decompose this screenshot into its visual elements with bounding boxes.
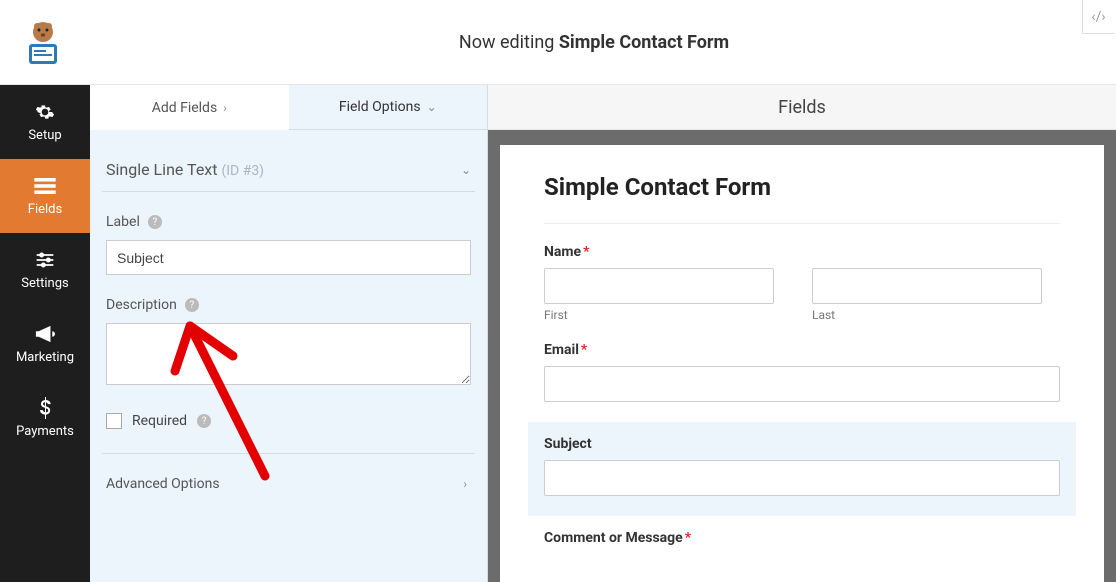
field-label: Name: [544, 244, 581, 260]
form-field-comment[interactable]: Comment or Message*: [544, 530, 1060, 546]
tab-label: Field Options: [339, 99, 421, 115]
sidebar-item-fields[interactable]: Fields: [0, 159, 90, 233]
last-name-input[interactable]: [812, 268, 1042, 304]
help-icon[interactable]: ?: [148, 215, 162, 229]
panel-tabs: Add Fields › Field Options ⌄: [90, 85, 487, 130]
required-checkbox[interactable]: [106, 413, 122, 429]
sliders-icon: [34, 249, 56, 271]
chevron-right-icon: ›: [223, 101, 227, 115]
left-sidebar: Setup Fields Settings Marketing Payments: [0, 85, 90, 582]
sidebar-item-setup[interactable]: Setup: [0, 85, 90, 159]
editing-prefix: Now editing: [459, 32, 554, 53]
gear-icon: [34, 101, 56, 123]
sidebar-item-label: Marketing: [16, 350, 74, 365]
required-asterisk: *: [685, 530, 691, 546]
form-field-name[interactable]: Name* First Last: [544, 244, 1060, 322]
form-field-email[interactable]: Email*: [544, 342, 1060, 402]
tab-add-fields[interactable]: Add Fields ›: [90, 85, 289, 130]
field-type-label: Single Line Text: [106, 160, 217, 179]
field-label: Comment or Message: [544, 530, 683, 546]
field-id-label: (ID #3): [221, 163, 264, 179]
form-icon: [34, 175, 56, 197]
description-textarea[interactable]: [106, 323, 471, 385]
sidebar-item-settings[interactable]: Settings: [0, 233, 90, 307]
advanced-options-toggle[interactable]: Advanced Options ›: [102, 454, 475, 504]
tab-label: Add Fields: [152, 100, 218, 116]
sidebar-item-label: Payments: [16, 424, 74, 439]
sidebar-item-marketing[interactable]: Marketing: [0, 307, 90, 381]
field-label: Subject: [544, 436, 592, 452]
form-name: Simple Contact Form: [559, 32, 729, 53]
dollar-icon: [34, 397, 56, 419]
page-title: Now editing Simple Contact Form: [72, 32, 1116, 53]
help-icon[interactable]: ?: [185, 298, 199, 312]
code-icon: ‹/›: [1091, 9, 1105, 25]
required-caption: Required: [132, 413, 187, 429]
chevron-down-icon: ⌄: [427, 100, 437, 114]
bullhorn-icon: [34, 323, 56, 345]
label-caption: Label: [106, 214, 140, 230]
form-preview-card: Simple Contact Form Name* First Last: [500, 145, 1104, 582]
wpforms-logo: [14, 13, 72, 71]
sidebar-item-label: Setup: [28, 128, 61, 143]
chevron-right-icon: ›: [463, 477, 467, 491]
field-options-panel: Add Fields › Field Options ⌄ Single Line…: [90, 85, 488, 582]
advanced-caption: Advanced Options: [106, 476, 220, 492]
top-bar: Now editing Simple Contact Form ‹/›: [0, 0, 1116, 85]
help-icon[interactable]: ?: [197, 414, 211, 428]
description-caption: Description: [106, 297, 177, 313]
chevron-down-icon: ⌄: [461, 163, 471, 177]
subject-input[interactable]: [544, 460, 1060, 496]
preview-area: Fields Simple Contact Form Name* First: [488, 85, 1116, 582]
first-name-input[interactable]: [544, 268, 774, 304]
form-preview-title: Simple Contact Form: [544, 173, 1060, 224]
first-sublabel: First: [544, 308, 792, 322]
embed-code-button[interactable]: ‹/›: [1082, 0, 1114, 34]
last-sublabel: Last: [812, 308, 1060, 322]
sidebar-item-payments[interactable]: Payments: [0, 381, 90, 455]
field-header[interactable]: Single Line Text (ID #3) ⌄: [102, 154, 475, 192]
preview-section-title: Fields: [488, 85, 1116, 130]
form-field-subject[interactable]: Subject: [528, 422, 1076, 516]
required-asterisk: *: [581, 342, 587, 358]
field-label: Email: [544, 342, 579, 358]
sidebar-item-label: Settings: [21, 276, 68, 291]
sidebar-item-label: Fields: [28, 202, 62, 217]
tab-field-options[interactable]: Field Options ⌄: [289, 85, 488, 130]
required-asterisk: *: [583, 244, 589, 260]
email-input[interactable]: [544, 366, 1060, 402]
label-input[interactable]: [106, 240, 471, 275]
